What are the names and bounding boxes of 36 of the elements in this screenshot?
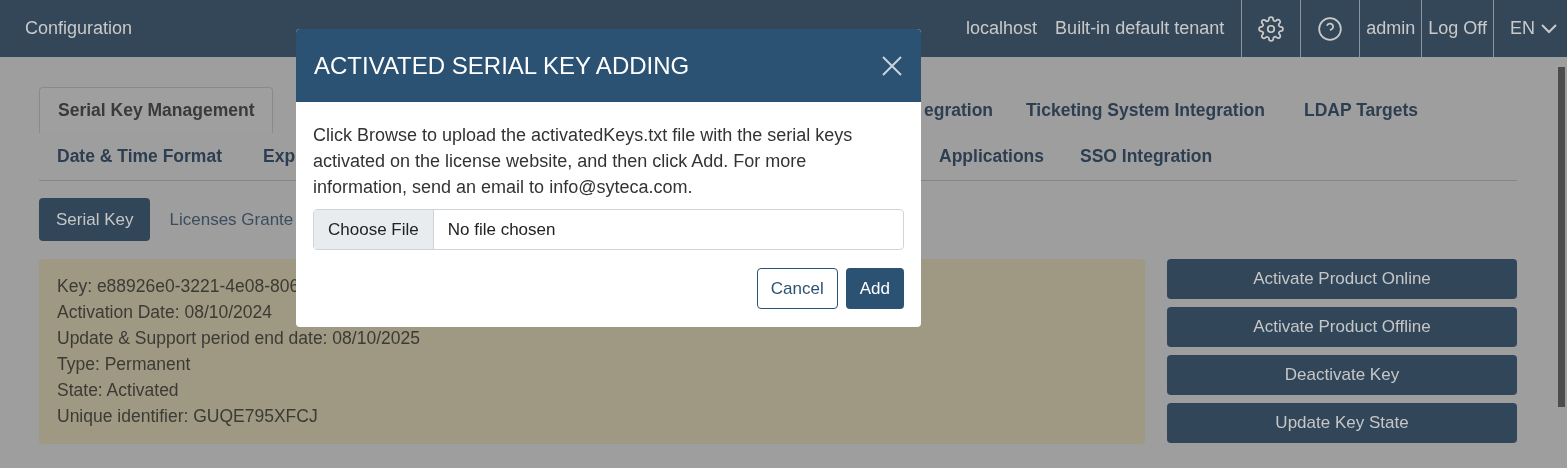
sub-tab[interactable]: Licenses Grante [152,198,311,241]
add-button[interactable]: Add [845,268,904,309]
close-icon[interactable] [881,54,903,77]
key-info-line: State: Activated [57,379,179,402]
key-info-line: Update & Support period end date: 08/10/2025 [57,327,420,350]
chevron-down-icon [1541,23,1557,34]
sub-tab[interactable]: Serial Key [39,198,151,241]
action-button[interactable]: Update Key State [1167,403,1517,443]
language-selector[interactable]: EN [1493,0,1567,57]
key-info-line: Key: e88926e0-3221-4e08-806 [57,275,300,298]
action-button[interactable]: Activate Product Offline [1167,307,1517,347]
key-info-line: Unique identifier: GUQE795XFCJ [57,405,318,428]
tab[interactable]: SSO Integration [1062,133,1232,179]
page-title: Configuration [25,17,133,40]
tab[interactable]: Serial Key Management [39,87,273,133]
tab[interactable]: Date & Time Format [39,133,245,179]
scrollbar[interactable] [1558,67,1565,407]
tab[interactable]: LDAP Targets [1286,87,1433,133]
tab[interactable]: Ticketing System Integration [1008,87,1286,133]
file-input[interactable]: Choose File No file chosen [313,209,904,250]
key-info-line: Activation Date: 08/10/2024 [57,301,272,324]
server-name: localhost [966,17,1038,40]
tab[interactable]: Applications [921,133,1062,179]
tab[interactable]: egration [906,87,1008,133]
choose-file-button[interactable]: Choose File [314,210,434,249]
file-status: No file chosen [447,218,556,241]
action-button[interactable]: Activate Product Online [1167,259,1517,299]
tab[interactable]: Exp [245,133,305,179]
key-info-line: Type: Permanent [57,353,191,376]
dialog-title: ACTIVATED SERIAL KEY ADDING [314,50,690,81]
dialog-message: Click Browse to upload the activatedKeys.txt file with the serial keys activated on the license website, and then click Add. For more information, send an email to info@syteca.com. [313,124,854,199]
tenant-name: Built-in default tenant [1055,17,1225,40]
action-button[interactable]: Deactivate Key [1167,355,1517,395]
log-off-link[interactable]: Log Off [1421,0,1493,57]
user-link[interactable]: admin [1359,0,1422,57]
cancel-button[interactable]: Cancel [756,268,838,309]
